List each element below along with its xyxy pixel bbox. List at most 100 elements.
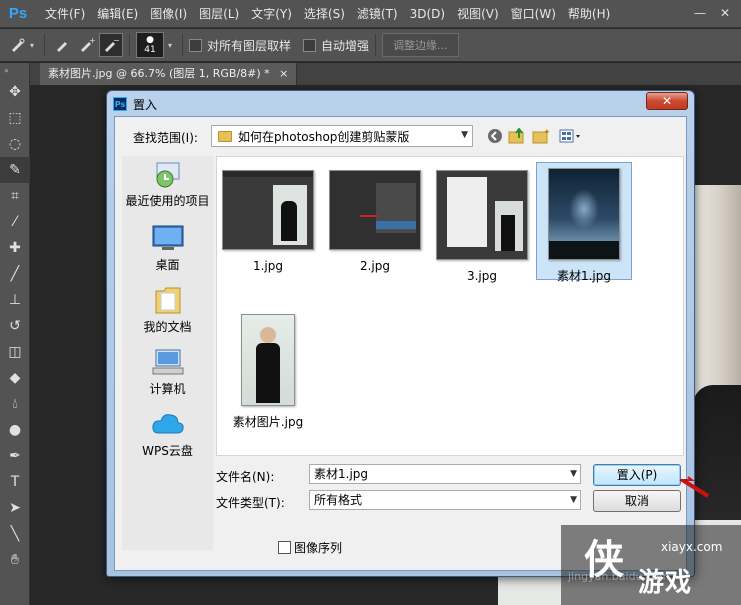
svg-text:−: − [113,36,120,45]
menu-type[interactable]: 文字(Y) [245,0,298,28]
look-in-value: 如何在photoshop创建剪贴蒙版 [238,129,410,144]
watermark-url: jingyan.baidu.com [568,570,670,583]
add-to-selection-icon[interactable]: + [75,33,99,57]
refine-edge-button[interactable]: 调整边缘... [382,33,459,57]
subtract-from-selection-icon[interactable]: − [99,33,124,57]
view-menu-icon[interactable] [558,128,586,146]
sample-all-layers-label: 对所有图层取样 [207,38,292,53]
filetype-label: 文件类型(T): [216,496,285,510]
crop-tool-icon[interactable]: ⌗ [0,183,30,209]
place-button[interactable]: 置入(P) [593,464,681,486]
lasso-tool-icon[interactable]: ◌ [0,131,30,157]
svg-text:✦: ✦ [543,128,550,138]
menu-help[interactable]: 帮助(H) [562,0,616,28]
cloud-icon [151,408,185,440]
file-thumbnail [329,170,421,250]
menu-edit[interactable]: 编辑(E) [91,0,144,28]
dialog-body: 查找范围(I): 如何在photoshop创建剪贴蒙版 ▼ ✦ 最近使用的项目 [114,116,687,571]
file-list-view[interactable]: 1.jpg 2.jpg 3.jpg 素材1.jpg 素材图片.jpg [216,156,684,456]
cancel-button[interactable]: 取消 [593,490,681,512]
pen-tool-icon[interactable]: ✒ [0,443,30,469]
file-name: 3.jpg [466,269,498,283]
tool-preset-dropdown-icon[interactable]: ▾ [30,41,34,50]
separator [375,34,377,56]
paint-bucket-tool-icon[interactable]: ◆ [0,365,30,391]
hand-tool-icon[interactable]: ✋︎ [0,547,30,573]
place-desktop[interactable]: 桌面 [122,222,213,282]
brush-size-value: 41 [144,45,156,55]
history-brush-tool-icon[interactable]: ↺ [0,313,30,339]
menu-3d[interactable]: 3D(D) [404,0,451,28]
type-tool-icon[interactable]: T [0,469,30,495]
auto-enhance-checkbox[interactable] [303,38,317,52]
menu-filter[interactable]: 滤镜(T) [351,0,404,28]
brush-size-picker[interactable]: ● 41 [136,32,165,58]
new-folder-icon[interactable]: ✦ [532,128,551,146]
file-item-5[interactable]: 素材图片.jpg [220,309,316,429]
menu-file[interactable]: 文件(F) [39,0,91,28]
file-item-selected[interactable]: 素材1.jpg [536,162,632,283]
menu-image[interactable]: 图像(I) [144,0,193,28]
healing-brush-tool-icon[interactable]: ✚ [0,235,30,261]
minimize-button[interactable]: — [693,6,707,20]
file-item-3[interactable]: 3.jpg [434,165,530,283]
chevron-down-icon[interactable]: ▼ [570,465,577,483]
brush-dropdown-icon[interactable]: ▾ [168,41,172,50]
toolbox: » ✥ ⬚ ◌ ✎ ⌗ ⁄ ✚ ╱ ⊥ ↺ ◫ ◆ 💧︎ ● ✒ T ➤ ╲ ✋… [0,63,30,605]
menu-select[interactable]: 选择(S) [298,0,351,28]
separator [182,34,184,56]
quick-selection-tool-icon[interactable]: ✎ [0,157,30,183]
up-folder-icon[interactable] [508,127,526,146]
menu-layer[interactable]: 图层(L) [193,0,245,28]
place-recent[interactable]: 最近使用的项目 [122,158,213,218]
image-sequence-checkbox[interactable] [278,541,291,554]
file-item-1[interactable]: 1.jpg [220,165,316,283]
place-documents[interactable]: 我的文档 [122,284,213,344]
clone-stamp-tool-icon[interactable]: ⊥ [0,287,30,313]
dialog-title-bar: Ps 置入 [113,95,157,113]
menu-view[interactable]: 视图(V) [451,0,505,28]
menu-window[interactable]: 窗口(W) [505,0,562,28]
move-tool-icon[interactable]: ✥ [0,79,30,105]
close-window-button[interactable]: ✕ [718,6,732,20]
brush-tool-icon[interactable]: ╱ [0,261,30,287]
file-name: 2.jpg [359,259,391,273]
place-documents-label: 我的文档 [143,320,192,334]
auto-enhance-option[interactable]: 自动增强 [303,37,369,54]
eraser-tool-icon[interactable]: ◫ [0,339,30,365]
computer-icon [151,346,185,378]
marquee-tool-icon[interactable]: ⬚ [0,105,30,131]
place-wps-cloud[interactable]: WPS云盘 [122,408,213,468]
quick-selection-tool-icon[interactable] [6,33,30,57]
sample-all-layers-checkbox[interactable] [189,38,203,52]
filetype-select[interactable]: 所有格式 ▼ [309,490,581,510]
dialog-close-button[interactable]: ✕ [646,92,688,110]
look-in-dropdown[interactable]: 如何在photoshop创建剪贴蒙版 ▼ [211,125,473,147]
eyedropper-tool-icon[interactable]: ⁄ [0,209,30,235]
brush-dot-icon: ● [146,35,154,45]
line-tool-icon[interactable]: ╲ [0,521,30,547]
new-selection-icon[interactable] [51,33,75,57]
back-icon[interactable] [486,128,504,146]
document-tab-bar: 素材图片.jpg @ 66.7% (图层 1, RGB/8#) * × [30,63,741,85]
path-selection-tool-icon[interactable]: ➤ [0,495,30,521]
close-tab-icon[interactable]: × [279,67,288,80]
document-tab[interactable]: 素材图片.jpg @ 66.7% (图层 1, RGB/8#) * × [40,63,298,85]
document-tab-label: 素材图片.jpg @ 66.7% (图层 1, RGB/8#) * [48,67,270,80]
dodge-tool-icon[interactable]: ● [0,417,30,443]
separator [129,34,131,56]
file-name: 1.jpg [252,259,284,273]
image-sequence-option[interactable]: 图像序列 [278,539,342,556]
filetype-value: 所有格式 [314,493,363,507]
file-item-2[interactable]: 2.jpg [327,165,423,283]
blur-tool-icon[interactable]: 💧︎ [0,391,30,417]
filename-input[interactable]: 素材1.jpg ▼ [309,464,581,484]
image-sequence-label: 图像序列 [294,541,343,555]
chevron-down-icon[interactable]: ▼ [570,491,577,509]
toolbox-collapse-icon[interactable]: » [0,63,29,79]
desktop-icon [151,222,185,254]
place-computer[interactable]: 计算机 [122,346,213,406]
menu-bar: Ps 文件(F) 编辑(E) 图像(I) 图层(L) 文字(Y) 选择(S) 滤… [0,0,741,28]
file-thumbnail [548,168,620,260]
sample-all-layers-option[interactable]: 对所有图层取样 [189,37,291,54]
